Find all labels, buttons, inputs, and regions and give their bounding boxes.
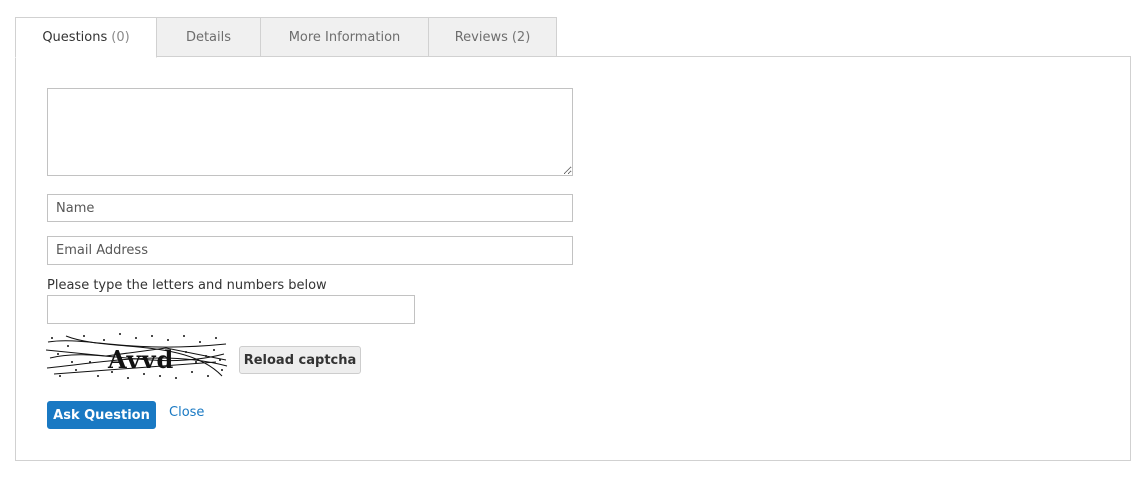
reload-captcha-button[interactable]: Reload captcha xyxy=(239,346,361,374)
product-tabs: Questions (0) Details More Information Re… xyxy=(15,17,557,58)
tab-details-label: Details xyxy=(185,29,232,45)
tab-reviews[interactable]: Reviews (2) xyxy=(429,17,557,57)
ask-question-button[interactable]: Ask Question xyxy=(47,401,156,429)
name-input[interactable] xyxy=(47,194,573,222)
captcha-input[interactable] xyxy=(47,295,415,324)
email-input[interactable] xyxy=(47,236,573,265)
tab-details[interactable]: Details xyxy=(157,17,261,57)
tab-questions[interactable]: Questions (0) xyxy=(15,17,157,58)
tab-more-information[interactable]: More Information xyxy=(261,17,429,57)
question-textarea[interactable] xyxy=(47,88,573,176)
tab-questions-count: (0) xyxy=(111,30,130,45)
close-link[interactable]: Close xyxy=(169,405,204,420)
captcha-text: Avvd xyxy=(107,345,174,374)
tab-more-information-label: More Information xyxy=(288,29,401,45)
tab-reviews-count: (2) xyxy=(511,29,531,45)
tab-questions-label: Questions xyxy=(42,30,108,45)
captcha-image: Avvd xyxy=(45,332,228,380)
captcha-label: Please type the letters and numbers belo… xyxy=(47,278,327,293)
tab-reviews-label: Reviews xyxy=(454,29,508,45)
